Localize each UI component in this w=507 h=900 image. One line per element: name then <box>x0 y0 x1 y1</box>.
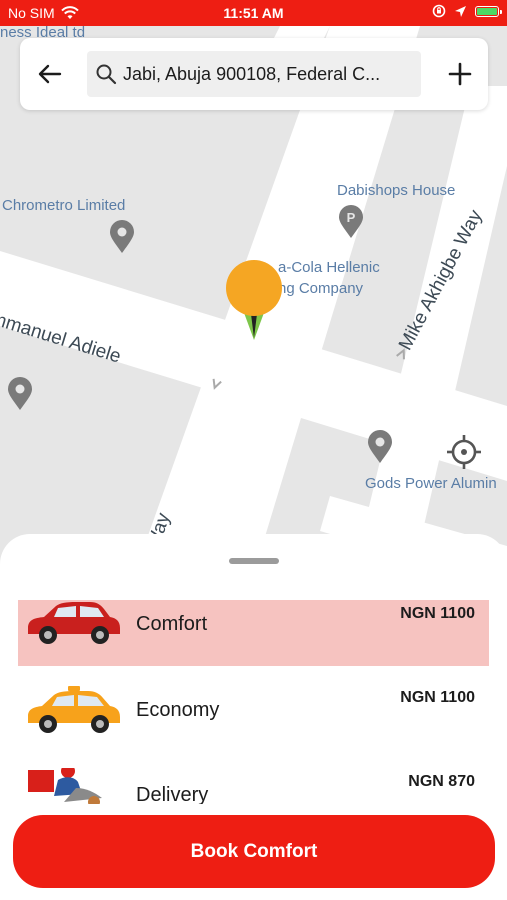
status-time: 11:51 AM <box>223 5 284 21</box>
map-label-gods-power: Gods Power Alumin <box>365 475 497 492</box>
sheet-drag-handle[interactable] <box>229 558 279 564</box>
battery-icon <box>475 5 502 17</box>
map-pin-icon-gods-power[interactable] <box>366 430 394 464</box>
ride-option-delivery[interactable]: Delivery NGN 870 <box>18 768 489 804</box>
map-pin-icon[interactable] <box>108 220 136 254</box>
search-input[interactable]: Jabi, Abuja 900108, Federal C... <box>87 51 421 97</box>
arrow-left-icon <box>38 64 62 84</box>
yellow-taxi-icon <box>28 686 120 733</box>
delivery-scooter-icon <box>28 768 102 804</box>
current-location-marker-icon[interactable] <box>224 258 284 342</box>
ride-option-comfort[interactable]: Comfort NGN 1100 <box>18 600 489 666</box>
back-button[interactable] <box>32 56 68 92</box>
ride-option-price: NGN 1100 <box>400 605 475 622</box>
red-car-icon <box>28 602 120 644</box>
search-query-text: Jabi, Abuja 900108, Federal C... <box>123 63 381 84</box>
parking-pin-icon[interactable]: P <box>337 205 365 239</box>
status-bar: No SIM 11:51 AM <box>0 0 507 26</box>
map-label-coca-cola-1: a-Cola Hellenic <box>278 259 380 276</box>
ride-option-name: Delivery <box>136 784 209 804</box>
map-label-dabishops: Dabishops House <box>337 182 456 199</box>
svg-text:P: P <box>347 210 356 225</box>
book-button[interactable]: Book Comfort <box>13 815 495 888</box>
status-right <box>432 4 502 18</box>
map-pin-icon-left[interactable] <box>6 377 34 411</box>
add-stop-button[interactable] <box>442 56 478 92</box>
ride-option-price: NGN 870 <box>408 773 475 790</box>
plus-icon <box>448 62 472 86</box>
ride-option-economy[interactable]: Economy NGN 1100 <box>18 684 489 750</box>
search-icon <box>96 64 117 85</box>
ride-options-sheet: Comfort NGN 1100 Economy NGN 1100 Delive… <box>0 534 507 900</box>
orientation-lock-icon <box>432 4 446 18</box>
ride-option-name: Comfort <box>136 613 208 635</box>
search-card: Jabi, Abuja 900108, Federal C... <box>20 38 488 110</box>
map-label-coca-cola-2: ng Company <box>278 280 364 297</box>
map-label-chrometro: Chrometro Limited <box>2 197 126 214</box>
locate-me-icon[interactable] <box>445 433 483 471</box>
ride-option-name: Economy <box>136 699 220 721</box>
location-arrow-icon <box>455 5 466 17</box>
ride-option-price: NGN 1100 <box>400 689 475 706</box>
map-view[interactable]: ness Ideal td Chrometro Limited Dabishop… <box>0 26 507 586</box>
